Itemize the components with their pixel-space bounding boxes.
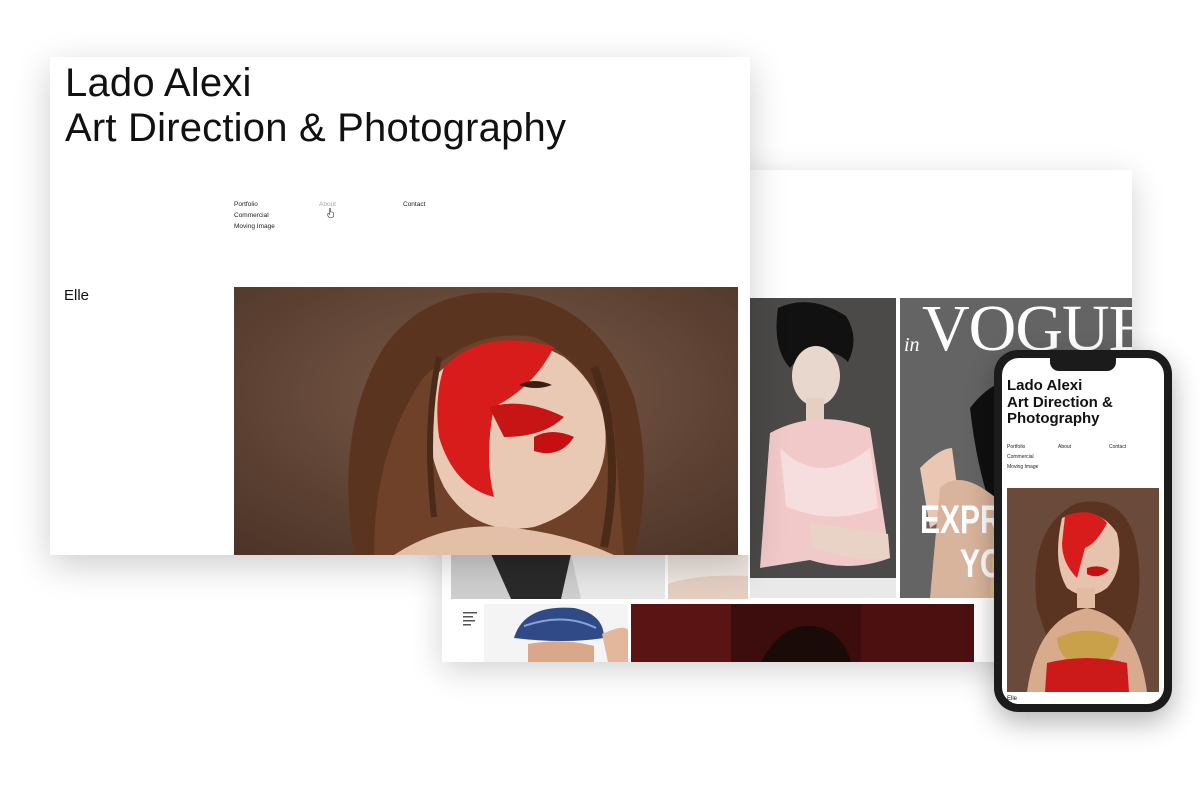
red-room-illustration	[631, 604, 974, 662]
section-label: Elle	[64, 287, 90, 304]
mobile-nav-contact[interactable]: Contact	[1109, 444, 1126, 450]
gallery-photo-text-card[interactable]	[451, 604, 483, 662]
vogue-coverline: EXPR	[920, 498, 1002, 542]
mobile-nav-commercial[interactable]: Commercial	[1007, 454, 1034, 460]
nav-contact[interactable]: Contact	[403, 201, 425, 209]
hand-pointer-cursor-icon	[327, 205, 335, 218]
gallery-photo-bw[interactable]	[451, 554, 665, 599]
mobile-hero-photo[interactable]	[1007, 488, 1159, 692]
mobile-hero-illustration	[1007, 488, 1159, 692]
nav-moving-image[interactable]: Moving Image	[234, 223, 275, 231]
gallery-photo-bucket-hat[interactable]	[484, 604, 628, 662]
desktop-window: Lado Alexi Art Direction & Photography P…	[50, 57, 750, 555]
nav-commercial[interactable]: Commercial	[234, 212, 269, 220]
gallery-photo-red-room[interactable]	[631, 604, 974, 662]
site-title-line-2: Art Direction & Photography	[65, 106, 567, 150]
pink-dress-illustration	[750, 298, 896, 598]
mobile-site-title[interactable]: Lado Alexi Art Direction & Photography	[1007, 377, 1113, 428]
hand-illustration	[668, 554, 748, 599]
nav-portfolio[interactable]: Portfolio	[234, 201, 258, 209]
phone-notch	[1050, 358, 1116, 371]
site-title[interactable]: Lado Alexi Art Direction & Photography	[65, 61, 566, 151]
mobile-nav-portfolio[interactable]: Portfolio	[1007, 444, 1025, 450]
gallery-photo-hand[interactable]	[668, 554, 748, 599]
gallery-photo-pink-dress[interactable]	[750, 298, 896, 598]
mobile-title-line-1: Lado Alexi	[1007, 377, 1083, 394]
site-title-line-1: Lado Alexi	[65, 61, 252, 105]
mobile-screen: Lado Alexi Art Direction & Photography P…	[1002, 358, 1164, 704]
mobile-caption: Elle	[1007, 696, 1018, 702]
mobile-phone: Lado Alexi Art Direction & Photography P…	[994, 350, 1172, 712]
text-card-illustration	[463, 612, 477, 626]
bw-photo-illustration	[451, 554, 665, 599]
mobile-nav-about[interactable]: About	[1058, 444, 1071, 450]
hero-photo-illustration	[234, 287, 738, 555]
vogue-prefix: in	[904, 334, 920, 356]
mobile-title-line-3: Photography	[1007, 410, 1100, 427]
mobile-title-line-2: Art Direction &	[1007, 393, 1113, 411]
bucket-hat-illustration	[484, 604, 628, 662]
hero-photo[interactable]	[234, 287, 738, 555]
mobile-nav-moving-image[interactable]: Moving Image	[1007, 464, 1038, 470]
